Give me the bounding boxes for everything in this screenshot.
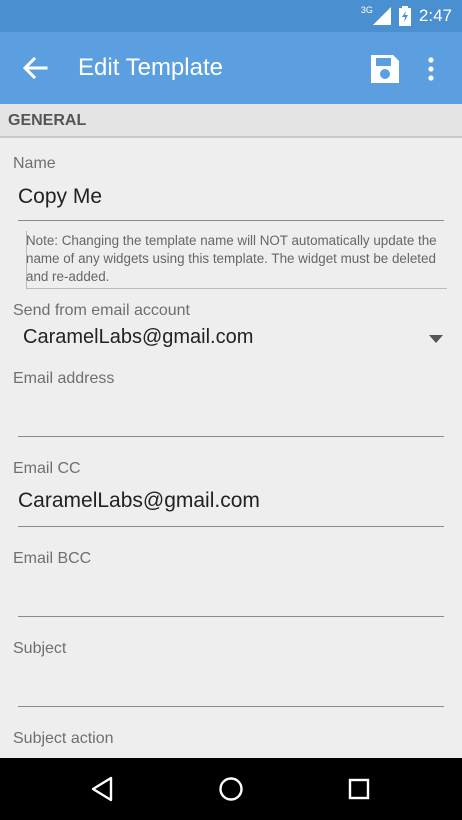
subject-underline [18,706,444,707]
name-value: Copy Me [18,185,103,208]
email-cc-label: Email CC [13,460,81,477]
section-title: GENERAL [8,112,87,129]
more-options-button[interactable] [420,54,442,84]
save-icon [371,55,399,83]
name-field[interactable]: Copy Me [13,178,449,238]
home-circle-icon [219,777,243,801]
note-text: Note: Changing the template name will NO… [26,233,437,284]
back-triangle-icon [91,776,113,802]
navigation-bar [0,758,462,820]
subject-label: Subject [13,640,67,657]
email-bcc-underline [18,616,444,617]
send-from-dropdown[interactable]: CaramelLabs@gmail.com [13,324,449,354]
subject-field[interactable] [13,662,449,722]
subject-action-label: Subject action [13,730,114,747]
battery-icon [398,6,411,26]
name-underline [18,220,444,221]
network-type: 3G [360,5,373,15]
nav-recents-button[interactable] [344,774,374,804]
dropdown-arrow-icon [429,335,443,343]
template-name-note: Note: Changing the template name will NO… [26,231,447,289]
page-title: Edit Template [78,54,223,81]
app-bar: Edit Template [0,32,462,104]
name-label: Name [13,155,56,172]
section-header: GENERAL [0,104,462,138]
recents-square-icon [348,778,370,800]
send-from-label: Send from email account [13,302,190,319]
email-cc-value: CaramelLabs@gmail.com [18,489,260,512]
email-address-label: Email address [13,370,115,387]
nav-back-button[interactable] [88,774,118,804]
email-cc-underline [18,526,444,527]
email-bcc-field[interactable] [13,572,449,632]
signal-icon [372,7,391,25]
send-from-value: CaramelLabs@gmail.com [23,326,254,348]
email-address-underline [18,436,444,437]
nav-home-button[interactable] [216,774,246,804]
status-bar: 3G 2:47 [0,0,462,32]
save-button[interactable] [368,52,402,86]
more-vert-icon [428,57,434,81]
email-cc-field[interactable]: CaramelLabs@gmail.com [13,482,449,542]
clock: 2:47 [418,6,452,25]
back-button[interactable] [20,54,50,82]
email-address-field[interactable] [13,392,449,452]
arrow-back-icon [22,56,48,80]
email-bcc-label: Email BCC [13,550,92,567]
status-icons: 3G 2:47 [361,5,452,27]
